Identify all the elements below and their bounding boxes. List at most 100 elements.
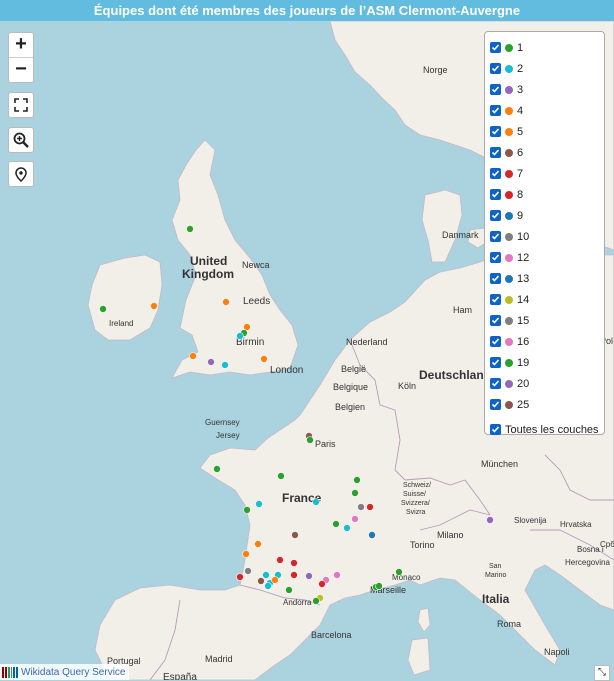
team-marker[interactable] xyxy=(277,472,285,480)
layer-checkbox[interactable] xyxy=(490,42,501,53)
zoom-area-button[interactable] xyxy=(8,127,34,153)
team-marker[interactable] xyxy=(213,465,221,473)
team-marker[interactable] xyxy=(264,582,272,590)
layer-item-13[interactable]: 13 xyxy=(485,268,604,289)
layer-item-3[interactable]: 3 xyxy=(485,79,604,100)
team-marker[interactable] xyxy=(285,586,293,594)
layer-item-all[interactable]: Toutes les couches xyxy=(485,419,604,440)
team-marker[interactable] xyxy=(366,503,374,511)
layer-item-6[interactable]: 6 xyxy=(485,142,604,163)
layer-item-5[interactable]: 5 xyxy=(485,121,604,142)
team-marker[interactable] xyxy=(222,298,230,306)
layer-checkbox[interactable] xyxy=(490,210,501,221)
team-marker[interactable] xyxy=(186,225,194,233)
team-marker[interactable] xyxy=(271,576,279,584)
layer-checkbox[interactable] xyxy=(490,252,501,263)
label-andorra: Andorra xyxy=(283,598,312,607)
expand-button[interactable]: ⤡ xyxy=(594,665,610,681)
layer-color-dot xyxy=(505,400,513,409)
locate-button[interactable] xyxy=(8,161,34,187)
label-roma: Roma xyxy=(497,619,521,629)
layer-checkbox[interactable] xyxy=(490,378,501,389)
team-marker[interactable] xyxy=(368,531,376,539)
team-marker[interactable] xyxy=(189,352,197,360)
layer-checkbox[interactable] xyxy=(490,231,501,242)
team-marker[interactable] xyxy=(318,580,326,588)
team-marker[interactable] xyxy=(305,572,313,580)
layer-item-14[interactable]: 14 xyxy=(485,289,604,310)
team-marker[interactable] xyxy=(207,358,215,366)
attribution[interactable]: Wikidata Query Service xyxy=(0,664,130,680)
team-marker[interactable] xyxy=(243,506,251,514)
label-united: United xyxy=(190,254,227,268)
layer-label: 25 xyxy=(517,398,530,411)
team-marker[interactable] xyxy=(306,436,314,444)
team-marker[interactable] xyxy=(332,520,340,528)
zoom-control: + − xyxy=(8,32,34,83)
layer-item-7[interactable]: 7 xyxy=(485,163,604,184)
team-marker[interactable] xyxy=(291,531,299,539)
layer-checkbox[interactable] xyxy=(490,399,501,410)
layer-item-8[interactable]: 8 xyxy=(485,184,604,205)
layer-color-dot xyxy=(505,253,513,262)
layer-checkbox[interactable] xyxy=(490,273,501,284)
layer-item-4[interactable]: 4 xyxy=(485,100,604,121)
layer-item-16[interactable]: 16 xyxy=(485,331,604,352)
team-marker[interactable] xyxy=(395,568,403,576)
layer-item-9[interactable]: 9 xyxy=(485,205,604,226)
layer-checkbox[interactable] xyxy=(490,168,501,179)
team-marker[interactable] xyxy=(254,540,262,548)
all-layers-checkbox[interactable] xyxy=(490,424,501,435)
team-marker[interactable] xyxy=(221,361,229,369)
team-marker[interactable] xyxy=(255,500,263,508)
team-marker[interactable] xyxy=(312,498,320,506)
layer-color-dot xyxy=(505,379,513,388)
layer-label: 15 xyxy=(517,314,530,327)
layer-checkbox[interactable] xyxy=(490,126,501,137)
team-marker[interactable] xyxy=(290,559,298,567)
layer-checkbox[interactable] xyxy=(490,189,501,200)
layer-item-1[interactable]: 1 xyxy=(485,37,604,58)
label-sanmarino: San xyxy=(489,563,502,570)
team-marker[interactable] xyxy=(236,332,244,340)
team-marker[interactable] xyxy=(351,515,359,523)
layer-item-25[interactable]: 25 xyxy=(485,394,604,415)
team-marker[interactable] xyxy=(262,571,270,579)
layer-item-15[interactable]: 15 xyxy=(485,310,604,331)
team-marker[interactable] xyxy=(351,489,359,497)
team-marker[interactable] xyxy=(150,302,158,310)
layer-checkbox[interactable] xyxy=(490,336,501,347)
layer-item-19[interactable]: 19 xyxy=(485,352,604,373)
zoom-in-button[interactable]: + xyxy=(9,33,33,57)
team-marker[interactable] xyxy=(276,556,284,564)
layer-checkbox[interactable] xyxy=(490,294,501,305)
layer-item-12[interactable]: 12 xyxy=(485,247,604,268)
layer-checkbox[interactable] xyxy=(490,63,501,74)
team-marker[interactable] xyxy=(343,524,351,532)
team-marker[interactable] xyxy=(353,476,361,484)
team-marker[interactable] xyxy=(242,550,250,558)
layer-item-20[interactable]: 20 xyxy=(485,373,604,394)
team-marker[interactable] xyxy=(257,577,265,585)
team-marker[interactable] xyxy=(290,571,298,579)
fullscreen-button[interactable] xyxy=(8,92,34,118)
layer-label: 10 xyxy=(517,230,530,243)
team-marker[interactable] xyxy=(333,571,341,579)
layer-checkbox[interactable] xyxy=(490,84,501,95)
layer-checkbox[interactable] xyxy=(490,105,501,116)
layer-checkbox[interactable] xyxy=(490,357,501,368)
layer-checkbox[interactable] xyxy=(490,315,501,326)
team-marker[interactable] xyxy=(486,516,494,524)
team-marker[interactable] xyxy=(312,597,320,605)
team-marker[interactable] xyxy=(99,305,107,313)
layer-item-10[interactable]: 10 xyxy=(485,226,604,247)
layer-item-2[interactable]: 2 xyxy=(485,58,604,79)
zoom-out-button[interactable]: − xyxy=(9,57,33,82)
team-marker[interactable] xyxy=(244,567,252,575)
team-marker[interactable] xyxy=(375,582,383,590)
team-marker[interactable] xyxy=(260,355,268,363)
map-marker-icon xyxy=(15,166,27,182)
team-marker[interactable] xyxy=(357,503,365,511)
layer-checkbox[interactable] xyxy=(490,147,501,158)
team-marker[interactable] xyxy=(236,573,244,581)
